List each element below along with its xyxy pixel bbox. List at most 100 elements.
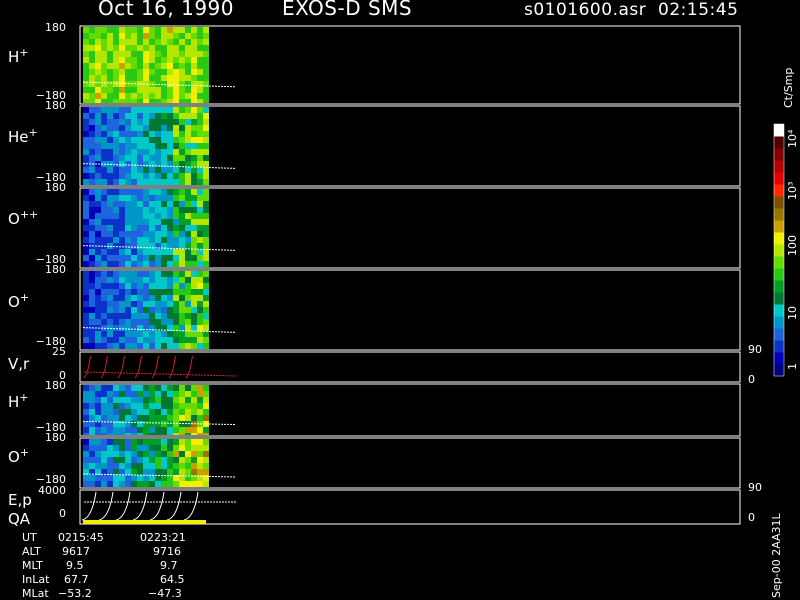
heatmap-cell bbox=[179, 249, 185, 255]
heatmap-cell bbox=[191, 391, 197, 397]
heatmap-cell bbox=[131, 415, 137, 421]
heatmap-cell bbox=[167, 451, 173, 457]
heatmap-cell bbox=[179, 409, 185, 415]
heatmap-cell bbox=[125, 481, 131, 487]
heatmap-cell bbox=[89, 107, 95, 113]
heatmap-cell bbox=[149, 289, 155, 295]
heatmap-cell bbox=[137, 433, 143, 435]
heatmap-cell bbox=[119, 39, 125, 45]
heatmap-cell bbox=[143, 107, 149, 113]
heatmap-cell bbox=[83, 131, 89, 137]
heatmap-cell bbox=[131, 307, 137, 313]
heatmap-cell bbox=[167, 63, 173, 69]
heatmap-cell bbox=[119, 207, 125, 213]
heatmap-cell bbox=[131, 385, 137, 391]
heatmap-cell bbox=[143, 289, 149, 295]
heatmap-cell bbox=[113, 45, 119, 51]
heatmap-cell bbox=[155, 179, 161, 185]
heatmap-cell bbox=[101, 131, 107, 137]
heatmap-cell bbox=[149, 27, 155, 33]
heatmap-cell bbox=[149, 179, 155, 185]
heatmap-cell bbox=[95, 225, 101, 231]
heatmap-cell bbox=[143, 445, 149, 451]
heatmap-cell bbox=[155, 385, 161, 391]
footer-label: InLat bbox=[22, 573, 50, 586]
heatmap-cell bbox=[119, 295, 125, 301]
heatmap-cell bbox=[107, 125, 113, 131]
heatmap-cell bbox=[113, 397, 119, 403]
heatmap-cell bbox=[173, 409, 179, 415]
heatmap-cell bbox=[191, 331, 197, 337]
heatmap-cell bbox=[161, 39, 167, 45]
heatmap-cell bbox=[143, 161, 149, 167]
heatmap-cell bbox=[155, 99, 161, 103]
heatmap-cell bbox=[125, 63, 131, 69]
heatmap-cell bbox=[203, 325, 209, 331]
heatmap-cell bbox=[107, 119, 113, 125]
heatmap-cell bbox=[161, 457, 167, 463]
heatmap-cell bbox=[191, 173, 197, 179]
heatmap-cell bbox=[101, 261, 107, 267]
heatmap-cell bbox=[155, 93, 161, 99]
heatmap-cell bbox=[161, 301, 167, 307]
heatmap-cell bbox=[119, 131, 125, 137]
heatmap-cell bbox=[167, 143, 173, 149]
heatmap-cell bbox=[125, 195, 131, 201]
heatmap-cell bbox=[119, 243, 125, 249]
heatmap-cell bbox=[203, 33, 209, 39]
heatmap-cell bbox=[203, 137, 209, 143]
heatmap-cell bbox=[179, 325, 185, 331]
heatmap-cell bbox=[113, 391, 119, 397]
heatmap-cell bbox=[137, 313, 143, 319]
heatmap-cell bbox=[107, 107, 113, 113]
heatmap-cell bbox=[143, 255, 149, 261]
heatmap-cell bbox=[83, 409, 89, 415]
heatmap-cell bbox=[167, 113, 173, 119]
heatmap-cell bbox=[191, 167, 197, 173]
heatmap-cell bbox=[161, 69, 167, 75]
heatmap-cell bbox=[155, 113, 161, 119]
heatmap-cell bbox=[137, 337, 143, 343]
heatmap-cell bbox=[101, 27, 107, 33]
heatmap-cell bbox=[101, 207, 107, 213]
heatmap-cell bbox=[179, 421, 185, 427]
heatmap-cell bbox=[143, 63, 149, 69]
heatmap-cell bbox=[137, 167, 143, 173]
heatmap-cell bbox=[191, 155, 197, 161]
heatmap-cell bbox=[101, 475, 107, 481]
heatmap-cell bbox=[143, 391, 149, 397]
heatmap-cell bbox=[107, 277, 113, 283]
heatmap-cell bbox=[113, 445, 119, 451]
heatmap-cell bbox=[203, 143, 209, 149]
heatmap-cell bbox=[119, 219, 125, 225]
heatmap-cell bbox=[161, 167, 167, 173]
heatmap-cell bbox=[203, 45, 209, 51]
heatmap-cell bbox=[113, 155, 119, 161]
heatmap-cell bbox=[167, 385, 173, 391]
heatmap-cell bbox=[179, 195, 185, 201]
heatmap-cell bbox=[119, 119, 125, 125]
heatmap-cell bbox=[191, 313, 197, 319]
heatmap-cell bbox=[95, 143, 101, 149]
heatmap-cell bbox=[197, 481, 203, 487]
heatmap-cell bbox=[89, 225, 95, 231]
heatmap-cell bbox=[113, 69, 119, 75]
heatmap-cell bbox=[179, 81, 185, 87]
heatmap-cell bbox=[203, 307, 209, 313]
heatmap-cell bbox=[149, 207, 155, 213]
heatmap-cell bbox=[143, 213, 149, 219]
heatmap-cell bbox=[173, 249, 179, 255]
heatmap-cell bbox=[149, 397, 155, 403]
heatmap-cell bbox=[119, 213, 125, 219]
heatmap-cell bbox=[83, 385, 89, 391]
heatmap-cell bbox=[137, 403, 143, 409]
heatmap-cell bbox=[203, 313, 209, 319]
heatmap-cell bbox=[113, 475, 119, 481]
heatmap-cell bbox=[167, 87, 173, 93]
heatmap-cell bbox=[83, 155, 89, 161]
heatmap-cell bbox=[173, 213, 179, 219]
heatmap-cell bbox=[143, 99, 149, 103]
heatmap-cell bbox=[89, 75, 95, 81]
heatmap-cell bbox=[149, 439, 155, 445]
panel-label-h-plus-2: H+ bbox=[8, 391, 29, 411]
